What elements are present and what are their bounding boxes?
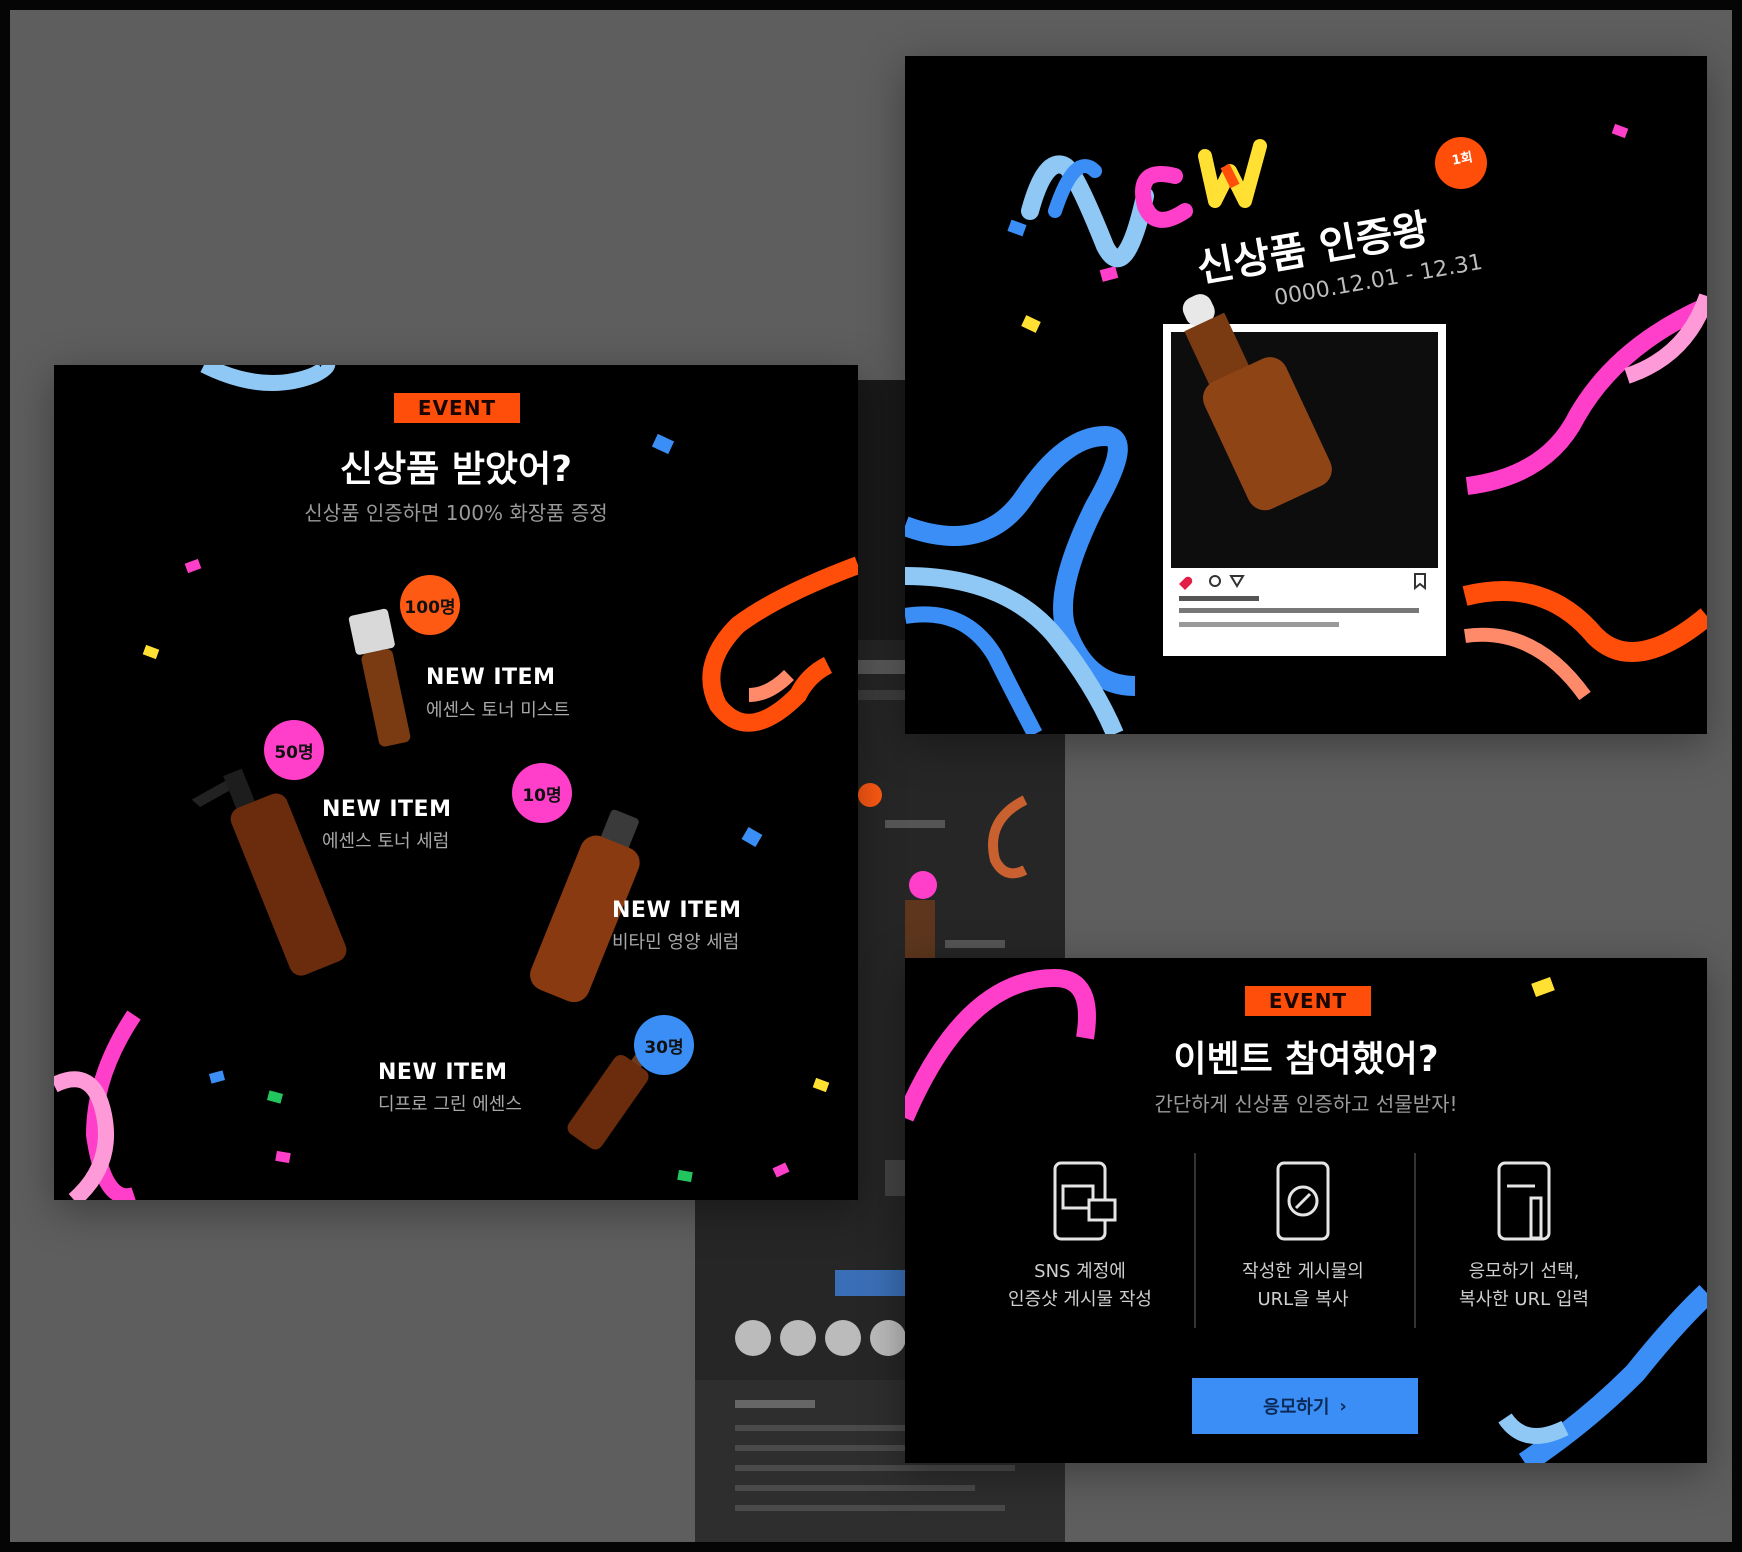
confetti bbox=[741, 826, 763, 848]
mist-bottle-image bbox=[348, 608, 411, 747]
step-line: SNS 계정에 bbox=[1034, 1261, 1126, 1282]
item-label: NEW ITEM bbox=[378, 1060, 508, 1085]
bottom-right-title: 이벤트 참여했어? bbox=[1173, 1039, 1439, 1080]
step-line: 작성한 게시물의 bbox=[1242, 1261, 1364, 1282]
confetti bbox=[812, 1077, 830, 1093]
left-card-title: 신상품 받았어? bbox=[339, 449, 573, 490]
ribbon-decoration bbox=[1465, 297, 1707, 495]
confetti bbox=[142, 644, 160, 660]
item-desc: 에센스 토너 미스트 bbox=[426, 700, 570, 721]
top-right-event-card: 1회 신상품 인증왕 0000.12.01 - 12.31 bbox=[905, 56, 1707, 734]
confetti bbox=[1021, 315, 1041, 333]
item-label: NEW ITEM bbox=[426, 665, 556, 690]
copy-url-icon bbox=[1276, 1161, 1330, 1241]
item-desc: 디프로 그린 에센스 bbox=[378, 1094, 522, 1115]
confetti bbox=[275, 1150, 291, 1164]
kakao-icon[interactable] bbox=[780, 1320, 816, 1356]
confetti bbox=[266, 1090, 284, 1104]
quantity-badge: 50명 bbox=[264, 720, 324, 780]
quantity-badge: 100명 bbox=[400, 575, 460, 635]
twitter-icon[interactable] bbox=[870, 1320, 906, 1356]
facebook-icon[interactable] bbox=[825, 1320, 861, 1356]
confetti bbox=[677, 1169, 693, 1183]
bottom-right-event-card: EVENT 이벤트 참여했어? 간단하게 신상품 인증하고 선물받자! SNS … bbox=[905, 958, 1707, 1463]
share-icon[interactable] bbox=[735, 1320, 771, 1356]
step-1-text: SNS 계정에 인증샷 게시물 작성 bbox=[980, 1258, 1180, 1314]
step-line: URL을 복사 bbox=[1257, 1289, 1349, 1310]
confetti bbox=[1531, 977, 1555, 997]
event-badge: EVENT bbox=[1245, 986, 1371, 1016]
confetti bbox=[1007, 219, 1027, 237]
bottom-right-subtitle: 간단하게 신상품 인증하고 선물받자! bbox=[1154, 1092, 1458, 1116]
step-2-text: 작성한 게시물의 URL을 복사 bbox=[1203, 1258, 1403, 1314]
confetti bbox=[184, 558, 202, 574]
item-desc: 에센스 토너 세럼 bbox=[322, 831, 450, 852]
chevron-right-icon: › bbox=[1339, 1395, 1347, 1417]
top-right-card-decoration bbox=[905, 123, 1707, 734]
item-label: NEW ITEM bbox=[612, 898, 742, 923]
step-3-text: 응모하기 선택, 복사한 URL 입력 bbox=[1424, 1258, 1624, 1314]
confetti bbox=[208, 1070, 226, 1084]
step-line: 응모하기 선택, bbox=[1468, 1261, 1580, 1282]
ribbon-decoration bbox=[905, 425, 1136, 696]
quantity-badge: 30명 bbox=[634, 1015, 694, 1075]
confetti bbox=[1099, 266, 1119, 282]
left-card-subtitle: 신상품 인증하면 100% 화장품 증정 bbox=[304, 501, 608, 525]
enter-url-icon bbox=[1497, 1161, 1551, 1241]
ribbon-decoration bbox=[702, 556, 858, 732]
item-label: NEW ITEM bbox=[322, 797, 452, 822]
sns-post-icon bbox=[1053, 1161, 1117, 1241]
confetti bbox=[1611, 123, 1629, 139]
apply-button-label: 응모하기 bbox=[1263, 1397, 1330, 1418]
event-badge: EVENT bbox=[394, 393, 520, 423]
item-desc: 비타민 영양 세럼 bbox=[612, 932, 740, 953]
confetti bbox=[772, 1162, 790, 1178]
step-line: 복사한 URL 입력 bbox=[1459, 1289, 1589, 1310]
quantity-badge: 10명 bbox=[512, 763, 572, 823]
left-event-card: EVENT 신상품 받았어? 신상품 인증하면 100% 화장품 증정 100명… bbox=[54, 365, 858, 1200]
apply-button[interactable]: 응모하기 › bbox=[1192, 1378, 1418, 1434]
ribbon-decoration bbox=[200, 365, 335, 391]
pump-bottle-image bbox=[191, 768, 347, 976]
step-line: 인증샷 게시물 작성 bbox=[1008, 1289, 1152, 1310]
